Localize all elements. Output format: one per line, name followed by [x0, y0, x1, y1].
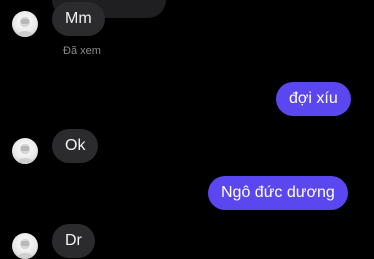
- message-bubble-outgoing[interactable]: đợi xíu: [276, 82, 351, 116]
- seen-status: Đã xem: [63, 45, 101, 57]
- contact-avatar-icon[interactable]: [12, 11, 38, 37]
- message-bubble-outgoing[interactable]: Ngô đức dương: [208, 176, 348, 210]
- message-bubble-incoming[interactable]: Ok: [52, 129, 99, 163]
- contact-avatar-icon[interactable]: [12, 138, 38, 164]
- contact-avatar-icon[interactable]: [12, 233, 38, 259]
- message-bubble-incoming[interactable]: Dr: [52, 224, 95, 258]
- message-thread: Mm Đã xem đợi xíu Ok Ngô đức dương Dr: [0, 0, 374, 259]
- message-bubble-incoming[interactable]: Mm: [52, 2, 105, 36]
